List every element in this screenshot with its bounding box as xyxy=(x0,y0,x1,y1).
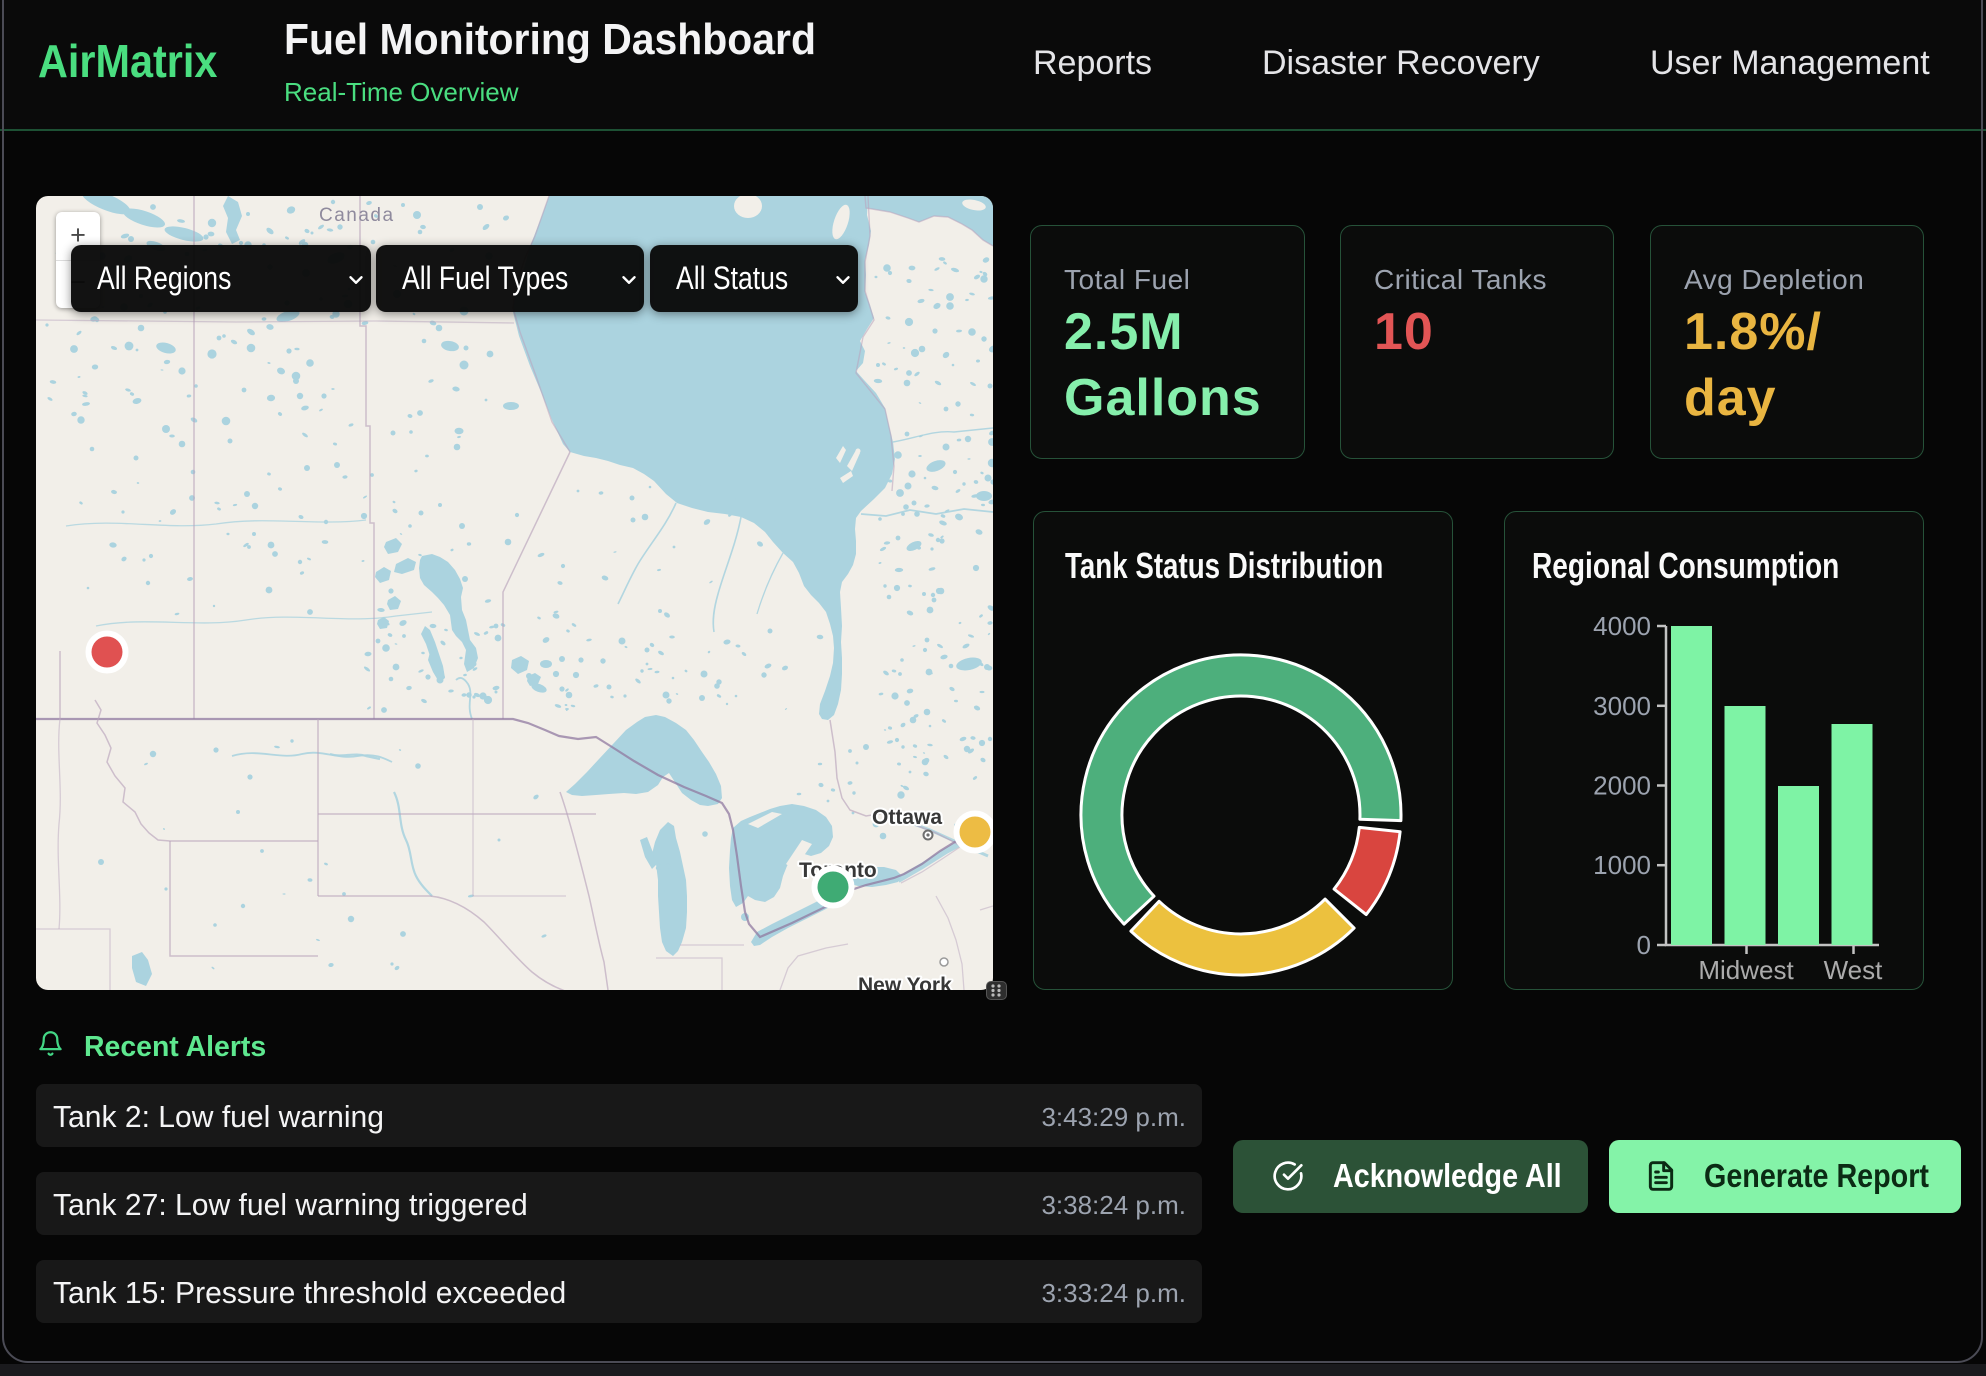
svg-text:Midwest: Midwest xyxy=(1698,955,1794,985)
svg-text:Ottawa: Ottawa xyxy=(872,806,942,829)
svg-text:4000: 4000 xyxy=(1593,611,1651,641)
svg-text:Canada: Canada xyxy=(319,205,395,226)
svg-text:West: West xyxy=(1824,955,1884,985)
svg-text:New York: New York xyxy=(858,974,952,990)
svg-text:3000: 3000 xyxy=(1593,691,1651,721)
svg-text:1000: 1000 xyxy=(1593,850,1651,880)
svg-text:2000: 2000 xyxy=(1593,771,1651,801)
svg-text:0: 0 xyxy=(1637,930,1651,960)
